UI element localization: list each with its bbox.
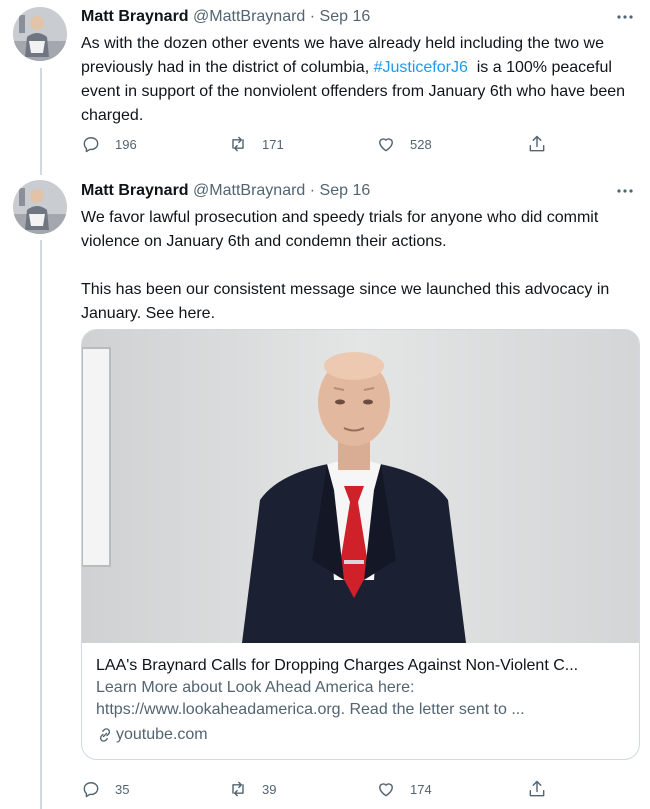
share-button[interactable] (527, 777, 561, 801)
share-icon (529, 780, 545, 797)
heart-icon (379, 138, 393, 152)
card-thumbnail (82, 330, 639, 643)
share-button[interactable] (527, 132, 561, 156)
more-options-button[interactable] (614, 6, 636, 28)
share-icon (529, 135, 545, 152)
tweet-date[interactable]: Sep 16 (320, 8, 371, 25)
tweet-date[interactable]: Sep 16 (320, 182, 371, 199)
separator-dot: · (309, 182, 316, 199)
link-icon (99, 728, 111, 742)
like-count: 174 (410, 781, 432, 797)
heart-icon (379, 783, 393, 797)
avatar-image (13, 7, 67, 61)
avatar-image (13, 180, 67, 234)
like-button[interactable]: 174 (376, 777, 432, 801)
author-handle[interactable]: @MattBraynard (193, 8, 305, 25)
avatar[interactable] (13, 180, 67, 234)
tweet-text: As with the dozen other events we have a… (81, 32, 636, 128)
more-horizontal-icon (617, 189, 633, 193)
hashtag-link[interactable]: #JusticeforJ6 (374, 59, 468, 76)
retweet-count: 171 (262, 136, 284, 152)
author-name[interactable]: Matt Braynard (81, 182, 189, 199)
reply-count: 35 (115, 781, 130, 797)
separator-dot: · (309, 8, 316, 25)
author-handle[interactable]: @MattBraynard (193, 182, 305, 199)
like-button[interactable]: 528 (376, 132, 432, 156)
retweet-count: 39 (262, 781, 277, 797)
reply-button[interactable]: 35 (81, 777, 129, 801)
card-title: LAA's Braynard Calls for Dropping Charge… (96, 657, 579, 674)
tweet[interactable]: Matt Braynard @MattBraynard · Sep 16 As … (0, 0, 650, 175)
video-thumbnail-image (82, 330, 639, 643)
retweet-button[interactable]: 39 (228, 777, 276, 801)
retweet-button[interactable]: 171 (228, 132, 284, 156)
more-options-button[interactable] (614, 180, 636, 202)
reply-icon (83, 782, 99, 798)
tweet-text: We favor lawful prosecution and speedy t… (81, 209, 610, 322)
like-count: 528 (410, 136, 432, 152)
retweet-icon (232, 781, 244, 797)
reply-button[interactable]: 196 (81, 132, 137, 156)
more-horizontal-icon (617, 15, 633, 19)
reply-count: 196 (115, 136, 137, 152)
tweet[interactable]: Matt Braynard @MattBraynard · Sep 16 We … (0, 175, 650, 809)
author-name[interactable]: Matt Braynard (81, 8, 189, 25)
retweet-icon (232, 136, 244, 152)
card-description: Learn More about Look Ahead America here… (96, 679, 525, 718)
avatar[interactable] (13, 7, 67, 61)
tweet-actions: 35 39 174 (81, 777, 561, 801)
link-card[interactable]: LAA's Braynard Calls for Dropping Charge… (81, 329, 640, 760)
tweet-actions: 196 171 528 (81, 132, 561, 156)
reply-icon (83, 137, 99, 153)
card-domain: youtube.com (116, 726, 208, 743)
